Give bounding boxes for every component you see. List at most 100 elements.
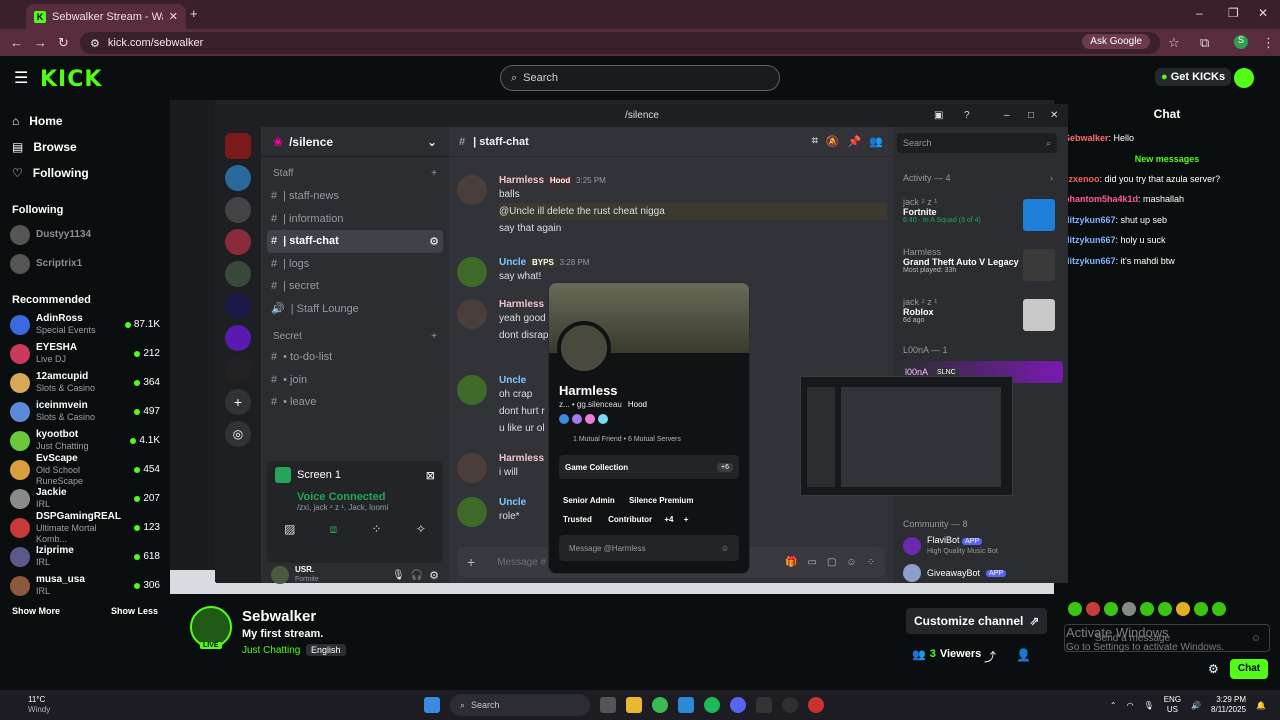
server-icon[interactable]: [225, 133, 251, 159]
channel-secret[interactable]: # | secret: [261, 275, 449, 298]
chrome-menu-icon[interactable]: ⋮: [1262, 35, 1275, 51]
gift-icon[interactable]: 🎁: [785, 557, 797, 568]
stream-category[interactable]: Just Chatting: [242, 645, 300, 656]
share-icon[interactable]: ⤴: [984, 648, 996, 665]
recommended-channel[interactable]: EvScape Old School RuneScape 454: [0, 453, 170, 486]
user-avatar[interactable]: [1234, 68, 1254, 88]
channel-staff-news[interactable]: # | staff-news: [261, 185, 449, 208]
badge-icon[interactable]: [585, 414, 595, 424]
headphones-icon[interactable]: 🎧: [411, 570, 423, 581]
emote-icon[interactable]: [1176, 602, 1190, 616]
following-channel[interactable]: Scriptrix1: [0, 249, 170, 278]
member-flavibot[interactable]: FlaviBot APP High Quality Music Bot: [903, 535, 1063, 557]
inbox-icon[interactable]: ▣: [934, 105, 943, 127]
profile-message-input[interactable]: Message @Harmless ☺: [559, 535, 739, 561]
tray-chevron-icon[interactable]: ⌃: [1110, 701, 1117, 710]
apps-icon[interactable]: ⁘: [867, 557, 875, 568]
app-icon[interactable]: [808, 697, 824, 713]
recommended-channel[interactable]: AdinRoss Special Events 87.1K: [0, 310, 170, 339]
language-code[interactable]: ENG: [1164, 695, 1181, 705]
forward-icon[interactable]: →: [34, 35, 47, 50]
server-icon[interactable]: [225, 229, 251, 255]
show-more-button[interactable]: Show More: [12, 606, 60, 616]
recommended-channel[interactable]: EYESHA Live DJ 212: [0, 339, 170, 368]
channel-staff-chat[interactable]: # | staff-chat ⚙: [267, 230, 443, 253]
author-name[interactable]: Uncle: [499, 257, 526, 268]
emoji-icon[interactable]: ☺: [846, 557, 856, 568]
avatar[interactable]: [457, 453, 487, 483]
spotify-icon[interactable]: [704, 697, 720, 713]
help-icon[interactable]: ?: [964, 105, 970, 127]
obs-icon[interactable]: [782, 697, 798, 713]
recommended-channel[interactable]: 12amcupid Slots & Casino 364: [0, 368, 170, 397]
emote-icon[interactable]: [1086, 602, 1100, 616]
windows-start-icon[interactable]: [424, 697, 440, 713]
badge-icon[interactable]: [572, 414, 582, 424]
user-settings-gear-icon[interactable]: ⚙: [429, 569, 439, 582]
volume-icon[interactable]: 🔊: [1191, 701, 1201, 710]
new-tab-icon[interactable]: +: [190, 6, 198, 21]
chat-username[interactable]: zzxenoo: [1064, 174, 1100, 184]
chevron-right-icon[interactable]: ›: [1050, 173, 1053, 183]
file-explorer-icon[interactable]: [626, 697, 642, 713]
add-channel-icon[interactable]: +: [431, 320, 437, 346]
chat-username[interactable]: phantom5ha4k1d: [1064, 194, 1138, 204]
server-icon[interactable]: [225, 261, 251, 287]
mic-tray-icon[interactable]: 🎙: [1144, 701, 1154, 710]
kick-search-input[interactable]: ⌕ Search: [500, 65, 780, 91]
microphone-icon[interactable]: 🎙: [392, 570, 405, 581]
chrome-icon[interactable]: [652, 697, 668, 713]
activity-card[interactable]: Harmless Grand Theft Auto V Legacy Most …: [899, 243, 1057, 287]
recommended-channel[interactable]: iceinmvein Slots & Casino 497: [0, 397, 170, 426]
notification-bell-icon[interactable]: 🔔: [1256, 701, 1266, 710]
pin-icon[interactable]: 📌: [848, 135, 862, 148]
avatar[interactable]: [457, 497, 487, 527]
hamburger-menu-icon[interactable]: ☰: [14, 68, 28, 88]
emote-icon[interactable]: [1122, 602, 1136, 616]
site-info-icon[interactable]: ⚙: [90, 37, 100, 50]
voice-connected-label[interactable]: Voice Connected: [297, 491, 435, 503]
discord-search-box[interactable]: Search ⌕: [897, 133, 1057, 153]
channel-leave[interactable]: # • leave: [261, 391, 449, 414]
notifications-icon[interactable]: 🔕: [826, 135, 840, 148]
game-collection[interactable]: Game Collection +6: [559, 455, 739, 479]
follow-icon[interactable]: 👤: [1016, 648, 1031, 662]
back-icon[interactable]: ←: [10, 35, 23, 50]
add-channel-icon[interactable]: +: [431, 157, 437, 185]
wifi-icon[interactable]: ◠: [1127, 701, 1134, 710]
terminal-icon[interactable]: [756, 697, 772, 713]
weather-temp[interactable]: 11°C: [28, 695, 64, 705]
server-icon[interactable]: [225, 293, 251, 319]
stop-stream-icon[interactable]: ⊠: [426, 469, 435, 482]
ask-google-button[interactable]: Ask Google: [1082, 34, 1150, 49]
language-tag[interactable]: English: [306, 644, 346, 656]
gif-icon[interactable]: ▭: [807, 557, 816, 568]
get-kicks-button[interactable]: ● Get KICKs: [1155, 68, 1232, 86]
user-avatar[interactable]: [271, 566, 289, 584]
avatar[interactable]: [457, 175, 487, 205]
channel-information[interactable]: # | information: [261, 208, 449, 231]
recommended-channel[interactable]: kyootbot Just Chatting 4.1K: [0, 426, 170, 455]
nav-home[interactable]: ⌂ Home: [0, 108, 170, 134]
emote-icon[interactable]: [1212, 602, 1226, 616]
emote-icon[interactable]: [1194, 602, 1208, 616]
avatar[interactable]: [457, 299, 487, 329]
recommended-channel[interactable]: DSPGamingREAL Ultimate Mortal Komb... 123: [0, 511, 170, 544]
add-role-icon[interactable]: +: [684, 515, 689, 524]
extensions-icon[interactable]: ⧉: [1200, 35, 1209, 51]
nav-browse[interactable]: ▤ Browse: [0, 134, 170, 160]
chat-username[interactable]: ditzykun667: [1064, 256, 1116, 266]
gear-icon[interactable]: ⚙: [429, 235, 439, 248]
vscode-icon[interactable]: [678, 697, 694, 713]
emote-icon[interactable]: [1140, 602, 1154, 616]
mutual-info[interactable]: 1 Mutual Friend • 6 Mutual Servers: [573, 436, 681, 443]
address-bar[interactable]: ⚙ kick.com/sebwalker Ask Google: [80, 32, 1160, 54]
discord-maximize-icon[interactable]: □: [1028, 105, 1034, 127]
reload-icon[interactable]: ↻: [58, 35, 69, 51]
camera-off-icon[interactable]: ▨: [284, 522, 295, 537]
server-icon[interactable]: [225, 325, 251, 351]
emote-icon[interactable]: [1158, 602, 1172, 616]
recommended-channel[interactable]: musa_usa IRL 306: [0, 571, 170, 600]
share-screen-icon[interactable]: ⧈: [330, 522, 338, 537]
profile-avatar[interactable]: [557, 321, 611, 375]
